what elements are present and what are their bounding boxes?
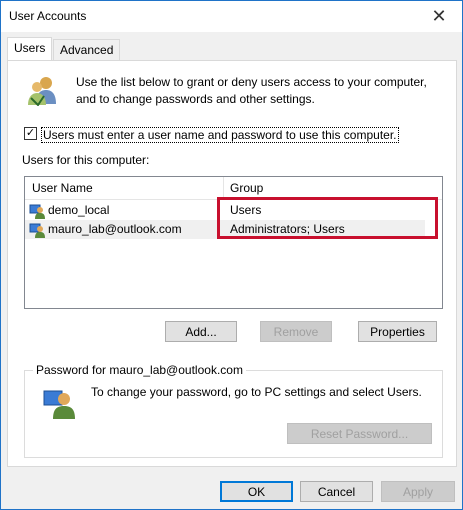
reset-password-button[interactable]: Reset Password... bbox=[287, 423, 432, 444]
cancel-button[interactable]: Cancel bbox=[300, 481, 373, 502]
close-button[interactable]: ✕ bbox=[416, 1, 462, 32]
users-group-icon bbox=[28, 77, 56, 106]
group-highlight-annotation bbox=[217, 197, 438, 239]
user-name-cell: demo_local bbox=[48, 203, 110, 217]
column-header-user-name[interactable]: User Name bbox=[25, 177, 93, 199]
apply-button[interactable]: Apply bbox=[381, 481, 455, 502]
remove-user-button[interactable]: Remove bbox=[260, 321, 332, 342]
title-bar: User Accounts ✕ bbox=[1, 1, 462, 32]
users-list-label: Users for this computer: bbox=[22, 153, 150, 167]
user-accounts-window: User Accounts ✕ Users Advanced Use the l… bbox=[0, 0, 463, 510]
ok-button[interactable]: OK bbox=[220, 481, 293, 502]
add-user-button[interactable]: Add... bbox=[165, 321, 237, 342]
window-title: User Accounts bbox=[9, 9, 87, 23]
password-group-title: Password for mauro_lab@outlook.com bbox=[33, 363, 246, 377]
user-password-icon bbox=[43, 390, 75, 419]
user-name-cell: mauro_lab@outlook.com bbox=[48, 222, 182, 236]
tab-advanced[interactable]: Advanced bbox=[53, 39, 121, 60]
require-login-label[interactable]: Users must enter a user name and passwor… bbox=[41, 127, 399, 143]
user-icon bbox=[29, 223, 45, 238]
properties-button[interactable]: Properties bbox=[358, 321, 437, 342]
users-list[interactable]: User Name Group demo_local Users mauro_l… bbox=[24, 176, 443, 309]
user-icon bbox=[29, 204, 45, 219]
tab-users[interactable]: Users bbox=[7, 37, 53, 60]
password-group: Password for mauro_lab@outlook.com To ch… bbox=[24, 363, 443, 458]
require-login-checkbox[interactable]: ✓ bbox=[24, 127, 37, 140]
intro-text: Use the list below to grant or deny user… bbox=[76, 75, 427, 106]
column-header-group[interactable]: Group bbox=[223, 177, 263, 199]
password-group-text: To change your password, go to PC settin… bbox=[91, 385, 422, 399]
users-tab-panel: Use the list below to grant or deny user… bbox=[7, 60, 457, 467]
